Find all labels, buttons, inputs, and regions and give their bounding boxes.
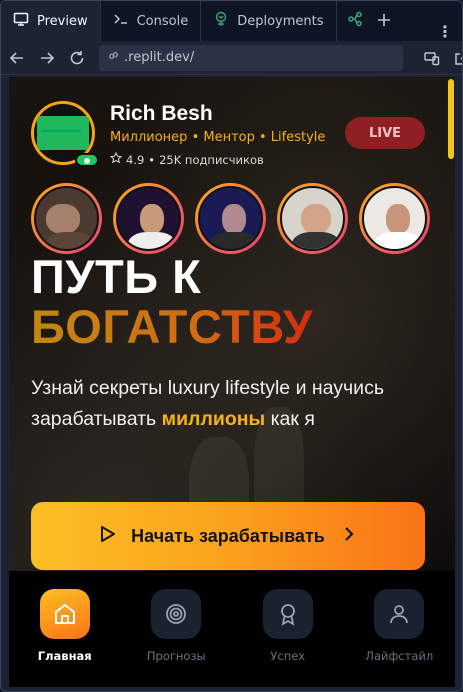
- start-earning-button[interactable]: Начать зарабатывать: [31, 502, 425, 570]
- subscriber-count: 25K подписчиков: [159, 152, 264, 167]
- tab-label: Preview: [37, 13, 88, 29]
- hero-subtitle-text-end: как я: [265, 408, 315, 430]
- branch-icon[interactable]: [347, 11, 363, 31]
- devices-icon[interactable]: [423, 49, 441, 67]
- scrollbar[interactable]: [448, 79, 454, 159]
- tab-preview[interactable]: Preview: [1, 1, 101, 41]
- rating-value: 4.9: [126, 152, 145, 167]
- deploy-icon: [213, 11, 229, 31]
- link-icon: [107, 49, 120, 66]
- nav-item-lifestyle[interactable]: Лайфстайл: [349, 589, 449, 687]
- separator: •: [148, 152, 156, 167]
- profile-stats: 4.9 • 25K подписчиков: [109, 151, 264, 167]
- tab-label: Deployments: [237, 13, 324, 29]
- story-item[interactable]: [113, 183, 184, 254]
- open-external-icon[interactable]: [453, 49, 462, 67]
- url-input[interactable]: .replit.dev/: [99, 44, 403, 71]
- tab-deployments[interactable]: Deployments: [201, 1, 337, 41]
- tab-console[interactable]: Console: [101, 1, 202, 41]
- target-icon: [151, 589, 202, 639]
- story-item[interactable]: [195, 183, 266, 254]
- user-icon: [374, 589, 425, 639]
- nav-item-forecasts[interactable]: Прогнозы: [126, 589, 226, 687]
- story-item[interactable]: [359, 183, 430, 254]
- hero-subtitle-highlight: миллионы: [161, 408, 266, 430]
- app-viewport: Rich Besh Миллионер • Ментор • Lifestyle…: [9, 77, 455, 687]
- live-badge[interactable]: LIVE: [345, 117, 425, 149]
- nav-label: Главная: [37, 649, 92, 663]
- online-status-icon: [75, 153, 99, 167]
- tab-label: Console: [136, 13, 189, 29]
- nav-item-success[interactable]: Успех: [238, 589, 338, 687]
- nav-item-home[interactable]: Главная: [15, 589, 115, 687]
- new-tab-icon[interactable]: [377, 12, 391, 31]
- hero-title-line2: БОГАТСТВУ: [31, 300, 313, 353]
- tab-actions: [337, 1, 391, 41]
- ide-window: Preview Console Deployments ⋮ .replit.de…: [0, 0, 463, 692]
- back-arrow-icon[interactable]: [9, 49, 25, 67]
- hero-title-line1: ПУТЬ К: [31, 250, 202, 303]
- profile-tags: Миллионер • Ментор • Lifestyle: [110, 130, 326, 145]
- hero-subtitle: Узнай секреты luxury lifestyle и научись…: [31, 373, 435, 435]
- reload-icon[interactable]: [69, 49, 85, 67]
- story-item[interactable]: [277, 183, 348, 254]
- url-text: .replit.dev/: [124, 50, 195, 65]
- tab-bar: Preview Console Deployments ⋮: [1, 1, 462, 41]
- award-icon: [262, 589, 313, 639]
- star-icon: [109, 151, 123, 167]
- home-icon: [39, 589, 90, 639]
- nav-label: Прогнозы: [146, 649, 206, 663]
- url-bar: .replit.dev/: [1, 41, 462, 75]
- nav-label: Лайфстайл: [365, 649, 434, 663]
- forward-arrow-icon[interactable]: [39, 49, 55, 67]
- terminal-icon: [113, 11, 129, 31]
- more-options-icon[interactable]: ⋮: [437, 22, 453, 41]
- stories-row: [31, 183, 430, 254]
- bottom-navigation: Главная Прогнозы Успех Лайфстайл: [9, 571, 455, 687]
- nav-label: Успех: [270, 649, 306, 663]
- profile-name: Rich Besh: [110, 102, 213, 125]
- story-item[interactable]: [31, 183, 102, 254]
- chevron-right-icon: [339, 524, 359, 548]
- play-icon: [97, 524, 117, 548]
- monitor-icon: [13, 11, 29, 31]
- cta-label: Начать зарабатывать: [131, 525, 325, 546]
